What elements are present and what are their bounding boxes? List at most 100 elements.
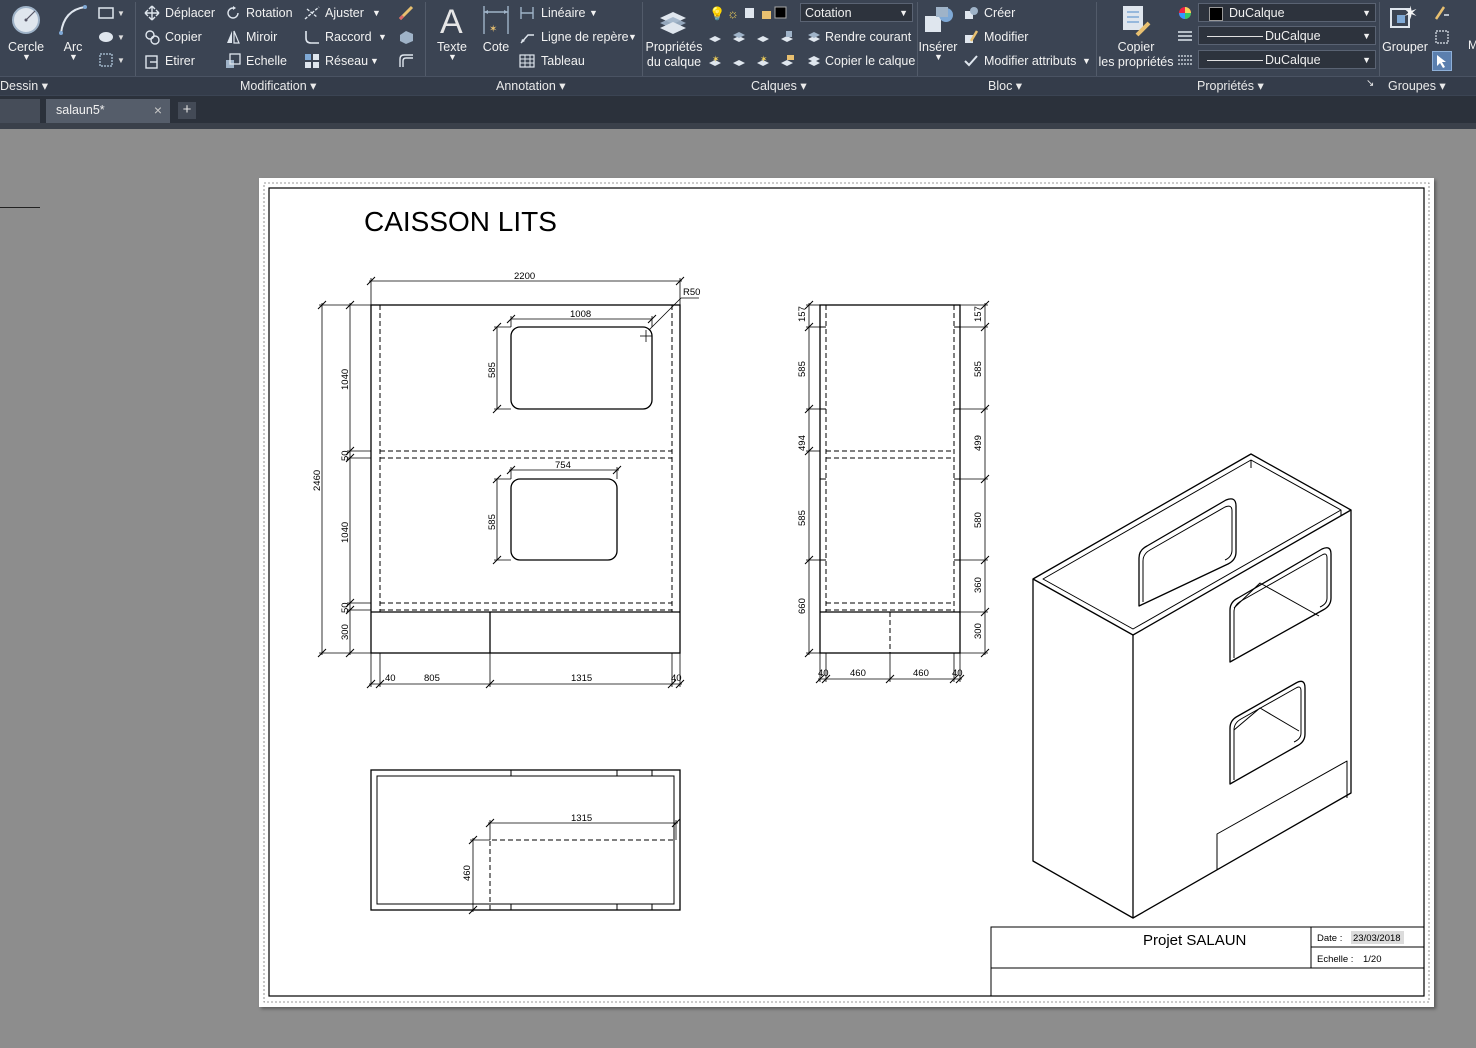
top-dim-1315[interactable]: 1315 xyxy=(571,813,592,824)
scale-button[interactable]: Echelle xyxy=(246,54,287,68)
explode-icon[interactable] xyxy=(398,29,416,45)
side-view[interactable] xyxy=(804,300,990,684)
side-dim-157-right[interactable]: 157 xyxy=(973,306,984,322)
side-dim-460-right[interactable]: 460 xyxy=(913,668,929,679)
dim-2200[interactable]: 2200 xyxy=(514,271,535,282)
match-properties-icon[interactable] xyxy=(1119,3,1153,39)
side-dim-360-right[interactable]: 360 xyxy=(973,577,984,593)
side-dim-585-right[interactable]: 585 xyxy=(973,361,984,377)
side-dim-660-left[interactable]: 660 xyxy=(797,598,808,614)
dim-40-left[interactable]: 40 xyxy=(385,673,396,684)
fillet-button[interactable]: Raccord xyxy=(325,30,372,44)
isometric-view[interactable] xyxy=(1032,453,1352,919)
panel-title-annotation[interactable]: Annotation ▾ xyxy=(496,78,566,93)
dim-300[interactable]: 300 xyxy=(340,624,351,640)
leader-dropdown-icon[interactable]: ▼ xyxy=(628,32,637,42)
project-name[interactable]: Projet SALAUN xyxy=(1143,932,1246,949)
dim-r50[interactable]: R50 xyxy=(683,287,700,298)
tab-close-icon[interactable]: × xyxy=(154,99,162,121)
side-dim-580-right[interactable]: 580 xyxy=(973,512,984,528)
group-icon[interactable]: ✶ xyxy=(1389,3,1421,37)
side-dim-40-left[interactable]: 40 xyxy=(818,668,829,679)
side-dim-585b-left[interactable]: 585 xyxy=(797,510,808,526)
start-tab[interactable] xyxy=(0,99,40,123)
side-dim-494-left[interactable]: 494 xyxy=(797,435,808,451)
rotate-button[interactable]: Rotation xyxy=(246,6,293,20)
layer-dropdown[interactable]: Cotation ▼ xyxy=(800,3,913,22)
leader-button[interactable]: Ligne de repère xyxy=(541,30,629,44)
edit-attributes-button[interactable]: Modifier attributs xyxy=(984,54,1076,68)
offset-icon[interactable] xyxy=(398,53,416,69)
boundary-tool-icon[interactable]: ▼ xyxy=(98,53,125,67)
side-dim-157-left[interactable]: 157 xyxy=(797,306,808,322)
circle-tool-icon[interactable] xyxy=(10,4,42,36)
layer-tool-row1-icons[interactable] xyxy=(707,29,803,45)
dim-50-upper[interactable]: 50 xyxy=(340,450,351,461)
fillet-dropdown-icon[interactable]: ▼ xyxy=(378,32,387,42)
dim-50-lower[interactable]: 50 xyxy=(340,602,351,613)
copy-button[interactable]: Copier xyxy=(165,30,202,44)
array-dropdown-icon[interactable]: ▼ xyxy=(370,56,379,66)
dim-1315[interactable]: 1315 xyxy=(571,673,592,684)
trim-button[interactable]: Ajuster xyxy=(325,6,364,20)
dim-585-lower[interactable]: 585 xyxy=(487,514,498,530)
side-dim-40-right[interactable]: 40 xyxy=(952,668,963,679)
layer-properties-button[interactable]: Propriétés du calque xyxy=(644,40,704,70)
linetype-dropdown[interactable]: DuCalque ▼ xyxy=(1198,26,1376,45)
side-dim-499-right[interactable]: 499 xyxy=(973,435,984,451)
front-view[interactable] xyxy=(370,304,681,654)
text-dropdown-icon[interactable]: ▼ xyxy=(448,52,457,62)
ungroup-icon[interactable] xyxy=(1434,5,1450,21)
dimension-tool-icon[interactable]: ✶ xyxy=(481,4,511,38)
create-block-button[interactable]: Créer xyxy=(984,6,1015,20)
dim-40-right[interactable]: 40 xyxy=(671,673,682,684)
stretch-button[interactable]: Etirer xyxy=(165,54,195,68)
panel-title-bloc[interactable]: Bloc ▾ xyxy=(988,78,1022,93)
dim-1040-lower[interactable]: 1040 xyxy=(340,522,351,543)
panel-title-groupes[interactable]: Groupes ▾ xyxy=(1388,78,1446,93)
tab-salaun5[interactable]: salaun5* × xyxy=(46,99,170,123)
date-value[interactable]: 23/03/2018 xyxy=(1353,933,1401,944)
trim-dropdown-icon[interactable]: ▼ xyxy=(372,8,381,18)
panel-title-modification[interactable]: Modification ▾ xyxy=(240,78,316,93)
linear-dim-dropdown-icon[interactable]: ▼ xyxy=(589,8,598,18)
layer-state-icons[interactable]: 💡 ☼ xyxy=(707,5,787,21)
erase-icon[interactable] xyxy=(398,5,416,21)
layout-paper[interactable]: CAISSON LITS 2200 R50 1008 754 40 805 13… xyxy=(259,178,1434,1007)
drawing-canvas[interactable]: CAISSON LITS 2200 R50 1008 754 40 805 13… xyxy=(259,178,1434,1007)
text-tool-icon[interactable]: A xyxy=(436,2,468,41)
array-button[interactable]: Réseau xyxy=(325,54,368,68)
copy-layer-button[interactable]: Copier le calque xyxy=(825,54,915,68)
hatch-tool-icon[interactable]: ▼ xyxy=(98,30,125,44)
side-dim-300-right[interactable]: 300 xyxy=(973,623,984,639)
group-select-icon[interactable] xyxy=(1432,51,1452,71)
rectangle-tool-icon[interactable]: ▼ xyxy=(98,6,125,20)
top-view[interactable] xyxy=(370,769,681,915)
panel-title-calques[interactable]: Calques ▾ xyxy=(751,78,807,93)
top-dim-460[interactable]: 460 xyxy=(462,865,473,881)
new-tab-button[interactable]: + xyxy=(178,102,196,119)
group-edit-icon[interactable] xyxy=(1434,29,1450,45)
side-dim-585a-left[interactable]: 585 xyxy=(797,361,808,377)
color-dropdown[interactable]: DuCalque ▼ xyxy=(1198,3,1376,22)
edit-attributes-dropdown-icon[interactable]: ▼ xyxy=(1082,56,1091,66)
panel-title-dessin[interactable]: Dessin ▾ xyxy=(0,78,48,93)
panel-overflow-icon[interactable]: M xyxy=(1468,38,1476,52)
insert-dropdown-icon[interactable]: ▼ xyxy=(934,52,943,62)
move-button[interactable]: Déplacer xyxy=(165,6,215,20)
make-current-button[interactable]: Rendre courant xyxy=(825,30,911,44)
drawing-title[interactable]: CAISSON LITS xyxy=(364,206,557,237)
circle-dropdown-icon[interactable]: ▼ xyxy=(22,52,31,62)
edit-block-button[interactable]: Modifier xyxy=(984,30,1028,44)
insert-block-icon[interactable] xyxy=(922,4,956,38)
layer-tool-row2-icons[interactable]: ✶ ✶ xyxy=(707,53,803,69)
dim-754[interactable]: 754 xyxy=(555,460,571,471)
group-button[interactable]: Grouper xyxy=(1381,40,1429,55)
arc-tool-icon[interactable] xyxy=(58,4,88,36)
dim-805[interactable]: 805 xyxy=(424,673,440,684)
layer-properties-icon[interactable] xyxy=(656,4,690,38)
arc-dropdown-icon[interactable]: ▼ xyxy=(69,52,78,62)
side-dim-460-left[interactable]: 460 xyxy=(850,668,866,679)
dim-2460[interactable]: 2460 xyxy=(312,470,323,491)
panel-title-proprietes[interactable]: Propriétés ▾ xyxy=(1197,78,1264,93)
